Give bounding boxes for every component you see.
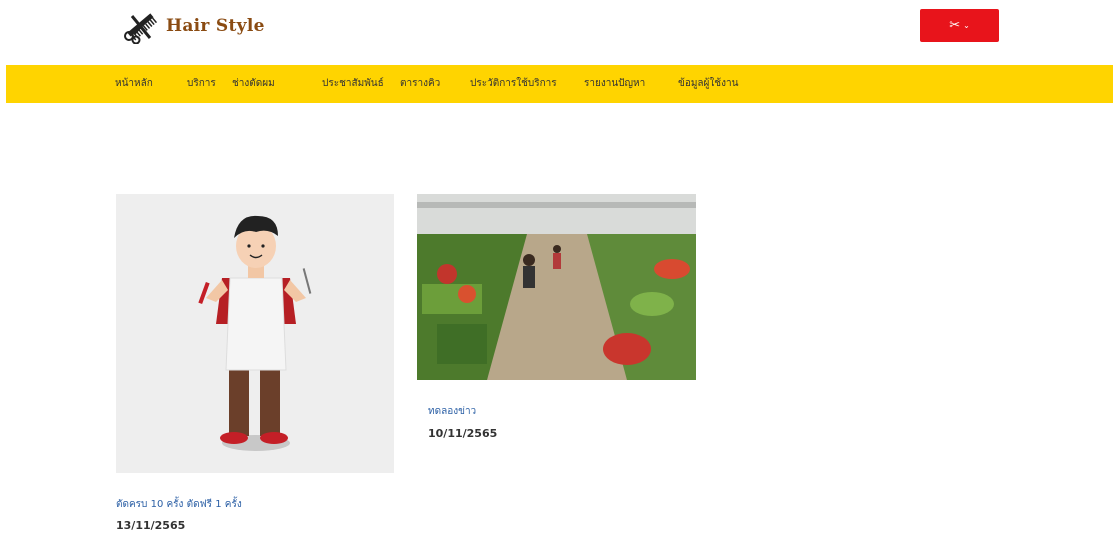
top-header: Hair Style ✂ ⌄: [0, 0, 1113, 64]
nav-announcements[interactable]: ประชาสัมพันธ์: [322, 65, 384, 103]
nav-barbers[interactable]: ช่างตัดผม: [232, 65, 275, 103]
news-title[interactable]: ตัดครบ 10 ครั้ง ตัดฟรี 1 ครั้ง: [116, 497, 242, 512]
main-nav: หน้าหลัก บริการ ช่างตัดผม ประชาสัมพันธ์ …: [6, 65, 1113, 103]
scissors-comb-icon: [124, 13, 158, 44]
news-date: 13/11/2565: [116, 519, 186, 532]
nav-service-history[interactable]: ประวัติการใช้บริการ: [470, 65, 557, 103]
chevron-down-icon: ⌄: [963, 21, 970, 30]
nav-queue-schedule[interactable]: ตารางคิว: [400, 65, 440, 103]
news-date: 10/11/2565: [428, 427, 498, 440]
user-menu-button[interactable]: ✂ ⌄: [920, 9, 999, 42]
nav-home[interactable]: หน้าหลัก: [115, 65, 153, 103]
barber-cartoon-icon: [198, 215, 312, 451]
site-logo[interactable]: Hair Style: [120, 8, 265, 44]
barber-illustration-image[interactable]: [116, 194, 394, 473]
news-title[interactable]: ทดลองข่าว: [428, 404, 476, 419]
market-photo-image[interactable]: [417, 194, 696, 380]
brand-name: Hair Style: [166, 16, 265, 36]
market-photo-icon: [417, 194, 696, 380]
nav-report-problem[interactable]: รายงานปัญหา: [584, 65, 645, 103]
nav-services[interactable]: บริการ: [187, 65, 216, 103]
scissors-icon: ✂: [949, 18, 961, 33]
nav-user-info[interactable]: ข้อมูลผู้ใช้งาน: [678, 65, 738, 103]
